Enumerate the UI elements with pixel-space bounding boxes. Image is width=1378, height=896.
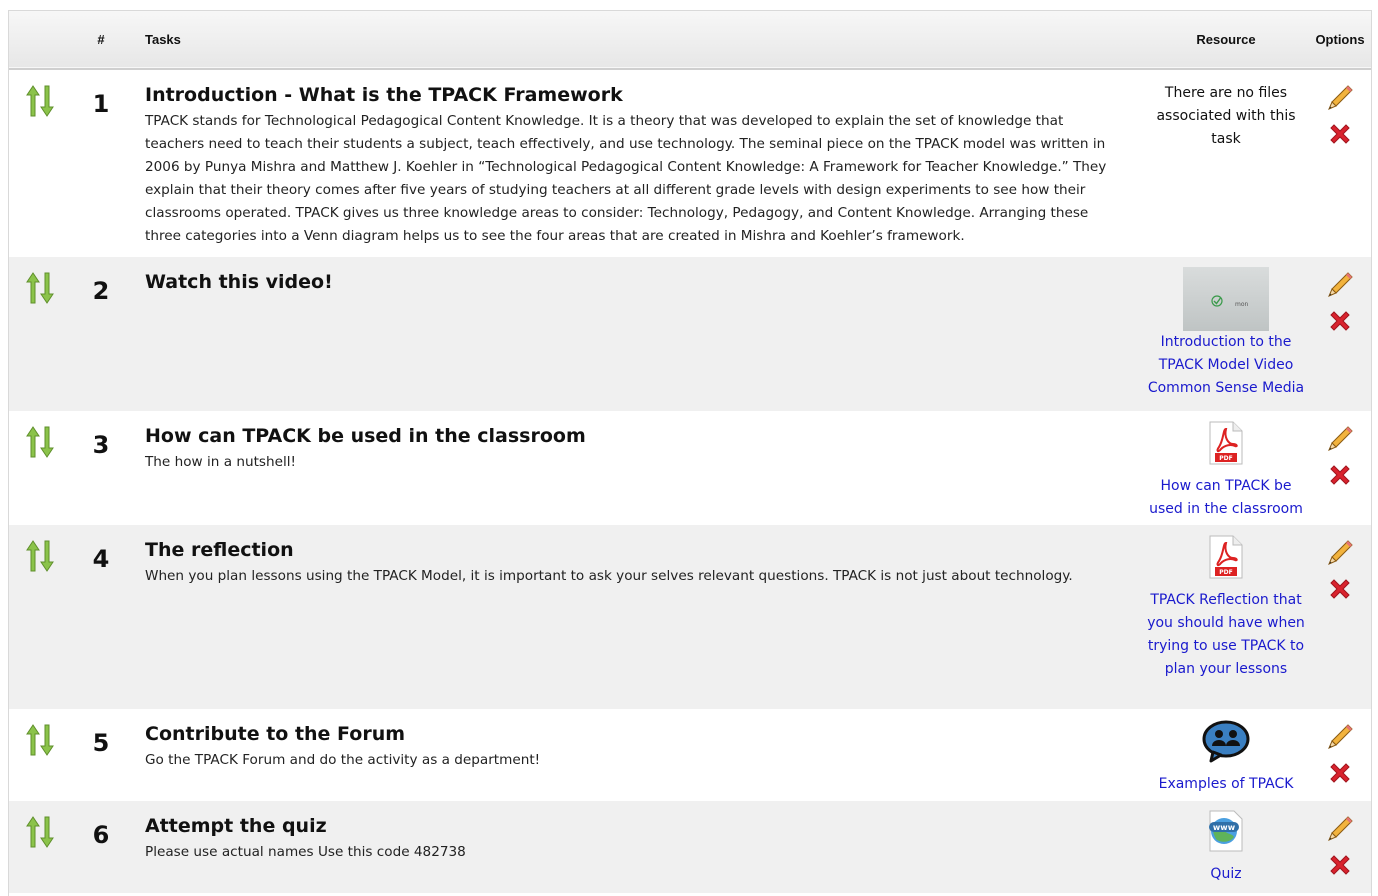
task-number: 1 (92, 90, 110, 118)
task-description: The how in a nutshell! (145, 454, 296, 470)
www-globe-icon[interactable]: www (1143, 809, 1309, 861)
header-resource: Resource (1196, 32, 1256, 47)
task-cell: Introduction - What is the TPACK Framewo… (133, 69, 1143, 257)
pdf-file-icon[interactable]: PDF (1143, 535, 1309, 587)
resource-link[interactable]: TPACK Reflection that you should have wh… (1143, 589, 1309, 681)
svg-text:www: www (1213, 823, 1236, 832)
thumbnail-text: mon (1235, 301, 1249, 308)
red-x-delete-icon[interactable] (1309, 576, 1371, 607)
resource-cell: PDF How can TPACK be used in the classroo… (1143, 411, 1309, 525)
task-row: 4 The reflection When you plan lessons usi… (9, 525, 1371, 709)
task-row: 2 Watch this video! mon Introduction to the… (9, 257, 1371, 411)
options-cell (1309, 525, 1371, 709)
header-number: # (97, 32, 105, 47)
header-tasks: Tasks (145, 32, 181, 47)
pencil-edit-icon[interactable] (1309, 84, 1371, 117)
pencil-edit-icon[interactable] (1309, 271, 1371, 304)
task-row: 1 Introduction - What is the TPACK Framew… (9, 69, 1371, 257)
resource-cell: www Quiz (1143, 801, 1309, 893)
red-x-delete-icon[interactable] (1309, 760, 1371, 791)
task-number: 2 (92, 277, 110, 305)
pencil-edit-icon[interactable] (1309, 539, 1371, 572)
pencil-edit-icon[interactable] (1309, 815, 1371, 848)
task-description: TPACK stands for Technological Pedagogic… (145, 113, 1107, 244)
task-number: 6 (92, 821, 110, 849)
forum-chat-icon[interactable] (1143, 719, 1309, 771)
resource-cell: PDF TPACK Reflection that you should have… (1143, 525, 1309, 709)
task-description: Please use actual names Use this code 48… (145, 844, 466, 860)
task-title: How can TPACK be used in the classroom (145, 425, 586, 447)
move-up-down-icon[interactable] (25, 723, 55, 757)
check-icon (1211, 295, 1223, 307)
resource-link[interactable]: How can TPACK be used in the classroom (1143, 475, 1309, 521)
task-cell: Watch this video! (133, 257, 1143, 411)
task-number: 4 (92, 545, 110, 573)
red-x-delete-icon[interactable] (1309, 308, 1371, 339)
task-cell: Attempt the quiz Please use actual names … (133, 801, 1143, 893)
options-cell (1309, 257, 1371, 411)
move-up-down-icon[interactable] (25, 815, 55, 849)
options-cell (1309, 69, 1371, 257)
move-cell (9, 525, 69, 709)
resource-link[interactable]: Examples of TPACK (1143, 773, 1309, 796)
red-x-delete-icon[interactable] (1309, 462, 1371, 493)
move-cell (9, 709, 69, 801)
task-table: # Tasks Resource Options 1 Introduction -… (9, 11, 1371, 893)
task-cell: The reflection When you plan lessons usin… (133, 525, 1143, 709)
move-cell (9, 257, 69, 411)
options-cell (1309, 411, 1371, 525)
task-number: 3 (92, 431, 110, 459)
resource-link[interactable]: Quiz (1143, 863, 1309, 886)
table-header-row: # Tasks Resource Options (9, 11, 1371, 69)
pdf-file-icon[interactable]: PDF (1143, 421, 1309, 473)
task-row: 3 How can TPACK be used in the classroom T… (9, 411, 1371, 525)
options-cell (1309, 801, 1371, 893)
move-up-down-icon[interactable] (25, 425, 55, 459)
resource-cell: There are no files associated with this … (1143, 69, 1309, 257)
red-x-delete-icon[interactable] (1309, 852, 1371, 883)
red-x-delete-icon[interactable] (1309, 121, 1371, 152)
move-up-down-icon[interactable] (25, 539, 55, 573)
task-row: 6 Attempt the quiz Please use actual names… (9, 801, 1371, 893)
move-cell (9, 69, 69, 257)
move-up-down-icon[interactable] (25, 271, 55, 305)
task-title: Watch this video! (145, 271, 333, 293)
header-options: Options (1315, 32, 1365, 47)
resource-cell: Examples of TPACK (1143, 709, 1309, 801)
move-up-down-icon[interactable] (25, 84, 55, 118)
pencil-edit-icon[interactable] (1309, 723, 1371, 756)
task-description: Go the TPACK Forum and do the activity a… (145, 752, 541, 768)
resource-cell: mon Introduction to the TPACK Model Video… (1143, 257, 1309, 411)
no-files-note: There are no files associated with this … (1156, 85, 1296, 147)
task-number: 5 (92, 729, 110, 757)
svg-text:PDF: PDF (1219, 569, 1232, 576)
move-cell (9, 801, 69, 893)
move-cell (9, 411, 69, 525)
pencil-edit-icon[interactable] (1309, 425, 1371, 458)
task-row: 5 Contribute to the Forum Go the TPACK For… (9, 709, 1371, 801)
video-thumbnail[interactable]: mon (1183, 267, 1269, 331)
task-title: The reflection (145, 539, 294, 561)
task-title: Contribute to the Forum (145, 723, 406, 745)
task-description: When you plan lessons using the TPACK Mo… (145, 568, 1073, 584)
options-cell (1309, 709, 1371, 801)
header-move (9, 11, 69, 69)
svg-text:PDF: PDF (1219, 455, 1232, 462)
task-cell: How can TPACK be used in the classroom Th… (133, 411, 1143, 525)
task-cell: Contribute to the Forum Go the TPACK Foru… (133, 709, 1143, 801)
task-table-frame: # Tasks Resource Options 1 Introduction -… (8, 10, 1372, 896)
task-title: Introduction - What is the TPACK Framewo… (145, 84, 623, 106)
task-title: Attempt the quiz (145, 815, 327, 837)
resource-link[interactable]: Introduction to the TPACK Model Video Co… (1143, 331, 1309, 400)
